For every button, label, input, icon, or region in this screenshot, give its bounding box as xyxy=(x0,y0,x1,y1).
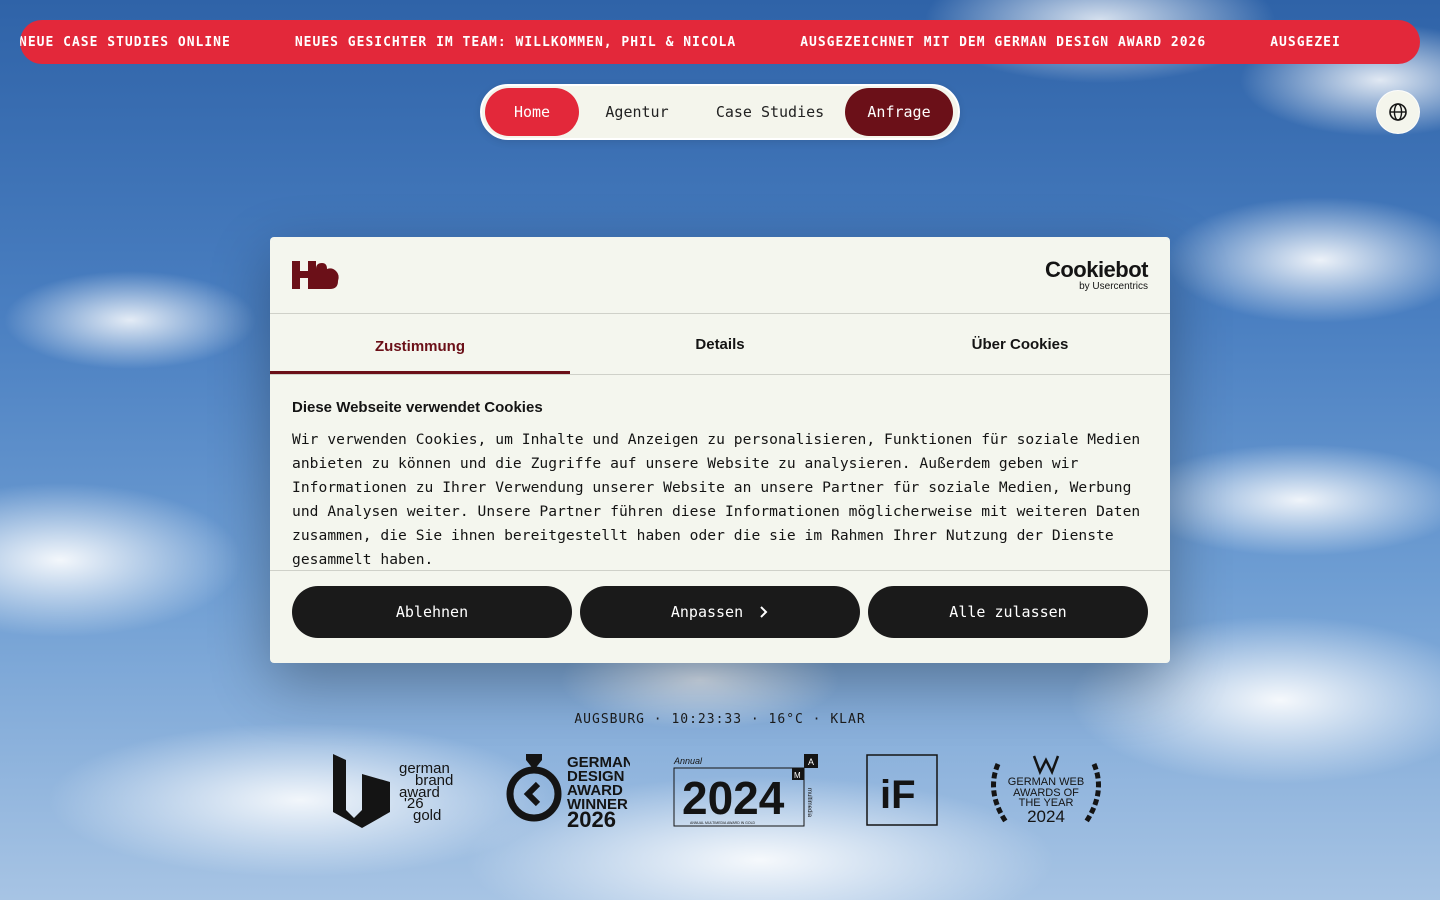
svg-text:M: M xyxy=(794,771,801,780)
svg-text:gold: gold xyxy=(413,807,441,824)
dialog-text: Wir verwenden Cookies, um Inhalte und An… xyxy=(292,431,1141,568)
ticker-track: NEUE CASE STUDIES ONLINE NEUES GESICHTER… xyxy=(20,20,1405,64)
nav-home[interactable]: Home xyxy=(485,88,579,136)
svg-text:multimedia: multimedia xyxy=(806,788,812,818)
decline-button[interactable]: Ablehnen xyxy=(292,586,572,638)
main-nav: Home Agentur Case Studies Anfrage xyxy=(480,84,960,140)
dialog-header: Cookiebot by Usercentrics xyxy=(270,237,1170,314)
svg-text:ANNUAL MULTIMEDIA AWARD IN GOL: ANNUAL MULTIMEDIA AWARD IN GOLD xyxy=(690,821,756,825)
dialog-tabs: Zustimmung Details Über Cookies xyxy=(270,314,1170,375)
dialog-actions: Ablehnen Anpassen Alle zulassen xyxy=(270,571,1170,653)
tab-zustimmung[interactable]: Zustimmung xyxy=(270,314,570,374)
customize-button[interactable]: Anpassen xyxy=(580,586,860,638)
dialog-body: Diese Webseite verwendet Cookies Wir ver… xyxy=(270,375,1170,571)
weather-status: AUGSBURG · 10:23:33 · 16°C · KLAR xyxy=(574,712,866,727)
annual-multimedia-award-logo: Annual 2024 A M multimedia ANNUAL MULTIM… xyxy=(673,754,818,827)
cookiebot-subline: by Usercentrics xyxy=(1079,281,1148,292)
svg-text:A: A xyxy=(808,757,814,767)
ticker-item: AUSGEZEI xyxy=(1270,34,1341,50)
svg-text:2024: 2024 xyxy=(682,772,785,824)
cookiebot-wordmark: Cookiebot xyxy=(1044,257,1149,282)
ticker-item: AUSGEZEICHNET MIT DEM GERMAN DESIGN AWAR… xyxy=(800,34,1207,50)
tab-details[interactable]: Details xyxy=(570,314,870,374)
cookiebot-logo[interactable]: Cookiebot by Usercentrics xyxy=(1044,257,1149,293)
nav-agentur[interactable]: Agentur xyxy=(579,88,695,136)
chevron-right-icon xyxy=(760,606,768,618)
german-design-award-logo: GERMAN DESIGN AWARD WINNER 2026 xyxy=(506,754,630,828)
if-award-logo: iF xyxy=(866,754,938,826)
dialog-title: Diese Webseite verwendet Cookies xyxy=(292,399,543,416)
svg-text:2026: 2026 xyxy=(567,807,616,828)
nav-case-studies[interactable]: Case Studies xyxy=(695,88,845,136)
accept-all-button[interactable]: Alle zulassen xyxy=(868,586,1148,638)
news-ticker: NEUE CASE STUDIES ONLINE NEUES GESICHTER… xyxy=(20,20,1420,64)
german-brand-award-logo: german brand award '26 gold xyxy=(333,754,453,828)
globe-icon xyxy=(1389,103,1407,121)
svg-text:Annual: Annual xyxy=(673,756,703,766)
ticker-item: NEUES GESICHTER IM TEAM: WILLKOMMEN, PHI… xyxy=(294,34,737,50)
brand-logo xyxy=(292,261,339,289)
language-button[interactable] xyxy=(1376,90,1420,134)
decline-button-label: Ablehnen xyxy=(395,603,469,621)
svg-text:2024: 2024 xyxy=(1027,807,1065,826)
nav-anfrage[interactable]: Anfrage xyxy=(845,88,953,136)
awards-row: german brand award '26 gold GERMAN DESIG… xyxy=(0,752,1440,832)
svg-text:iF: iF xyxy=(880,773,916,817)
accept-all-button-label: Alle zulassen xyxy=(949,603,1067,621)
german-web-awards-logo: GERMAN WEB AWARDS OF THE YEAR 2024 xyxy=(991,755,1101,826)
customize-button-label: Anpassen xyxy=(670,603,744,621)
tab-ueber-cookies[interactable]: Über Cookies xyxy=(870,314,1170,374)
cookie-consent-dialog: Cookiebot by Usercentrics Zustimmung Det… xyxy=(270,237,1170,663)
ticker-item: NEUE CASE STUDIES ONLINE xyxy=(20,34,231,50)
